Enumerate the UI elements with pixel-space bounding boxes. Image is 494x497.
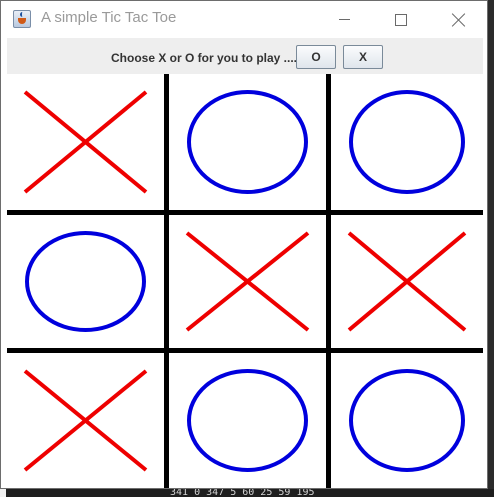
app-window: A simple Tic Tac Toe Choose X or O for y… [0,0,488,489]
maximize-button[interactable] [378,1,424,38]
grid-line-vertical-1 [164,74,169,488]
o-mark-icon [349,369,465,472]
board-cell-3-2[interactable] [169,353,326,488]
background-terminal-text: 341 0 347 5 60 25 59 195 [170,489,494,497]
close-icon [452,13,466,27]
o-ellipse [349,90,465,194]
board-cell-2-2[interactable] [169,215,326,348]
window-title: A simple Tic Tac Toe [41,9,177,26]
control-panel: Choose X or O for you to play .... O X [7,38,483,74]
o-ellipse [25,231,146,332]
grid-line-vertical-2 [326,74,331,488]
grid-line-horizontal-2 [7,348,483,353]
x-mark-icon [347,231,467,332]
maximize-icon [395,13,407,26]
choose-o-button[interactable]: O [296,45,336,69]
x-mark-icon [185,231,310,332]
choose-player-prompt: Choose X or O for you to play .... [111,51,298,65]
board-cell-3-3[interactable] [331,353,483,488]
board-cell-1-1[interactable] [7,74,164,210]
choose-x-button[interactable]: X [343,45,383,69]
x-mark-icon [23,369,148,472]
x-mark-icon [23,90,148,194]
board-cell-1-3[interactable] [331,74,483,210]
board-cell-2-1[interactable] [7,215,164,348]
minimize-button[interactable] [321,1,367,38]
board-cell-3-1[interactable] [7,353,164,488]
minimize-icon [338,19,350,20]
game-board [7,74,483,488]
java-cup-icon [13,10,31,28]
o-ellipse [187,369,308,472]
o-mark-icon [187,369,308,472]
background-app-right [488,0,494,497]
o-ellipse [349,369,465,472]
o-mark-icon [187,90,308,194]
board-cell-1-2[interactable] [169,74,326,210]
o-mark-icon [349,90,465,194]
o-ellipse [187,90,308,194]
board-cell-2-3[interactable] [331,215,483,348]
close-button[interactable] [436,1,482,38]
o-mark-icon [25,231,146,332]
grid-line-horizontal-1 [7,210,483,215]
title-bar[interactable]: A simple Tic Tac Toe [1,1,487,38]
